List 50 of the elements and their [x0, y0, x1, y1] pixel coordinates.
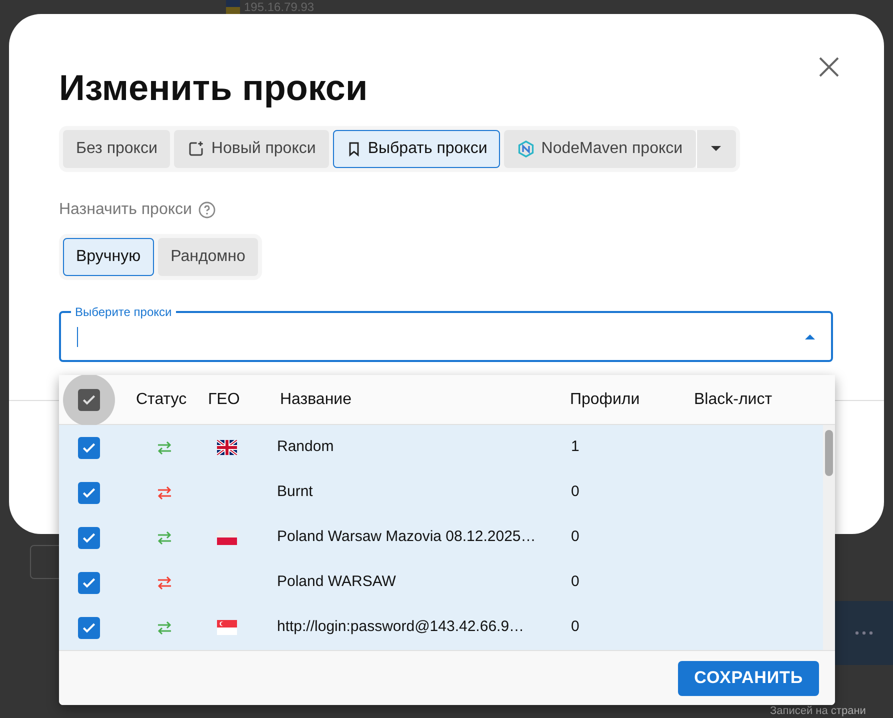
proxy-name: http://login:password@143.42.66.9… — [277, 617, 526, 638]
column-header: Название — [280, 390, 352, 410]
tab[interactable]: NodeMaven прокси — [504, 130, 696, 168]
flag-icon — [217, 530, 237, 545]
rows-per-page-text: Записей на страни — [770, 705, 866, 718]
proxy-row[interactable]: http://login:password@143.42.66.9… 0 — [59, 605, 823, 650]
more-icon — [855, 631, 873, 635]
tab[interactable]: Выбрать прокси — [332, 130, 500, 168]
checkbox[interactable] — [78, 526, 100, 548]
caret-icon — [711, 146, 722, 152]
proxy-name: Poland WARSAW — [277, 572, 397, 592]
proxy-row[interactable]: Poland Warsaw Mazovia 08.12.2025… 0 — [59, 515, 823, 560]
flag-icon — [217, 620, 237, 635]
toggle-option[interactable]: Рандомно — [158, 238, 258, 276]
checkbox-highlight[interactable] — [63, 375, 115, 426]
proxy-name: Poland Warsaw Mazovia 08.12.2025… — [277, 527, 537, 548]
column-header: Black-лист — [694, 390, 772, 410]
assign-label: Назначить прокси — [59, 200, 192, 220]
column-header: Профили — [570, 390, 641, 410]
logo-icon — [517, 140, 536, 158]
checkbox[interactable] — [78, 616, 100, 638]
tab[interactable]: Новый прокси — [174, 130, 329, 168]
tab[interactable]: Без прокси — [63, 130, 170, 168]
help-icon[interactable] — [198, 201, 216, 219]
proxy-row[interactable]: Poland WARSAW 0 — [59, 560, 823, 605]
column-header: ГЕО — [208, 390, 241, 410]
proxy-select-field[interactable]: Выберите прокси — [59, 305, 833, 362]
select-all-checkbox[interactable] — [78, 388, 100, 410]
proxy-row[interactable]: Burnt 0 — [59, 470, 823, 515]
caret-icon — [805, 334, 815, 340]
flag-icon — [217, 440, 237, 455]
toggle-option[interactable]: Вручную — [63, 238, 154, 276]
flag-icon — [226, 0, 240, 14]
checkbox[interactable] — [78, 482, 100, 504]
save-button[interactable]: СОХРАНИТЬ — [678, 660, 819, 696]
text-cursor — [77, 327, 78, 347]
proxy-row[interactable]: Random 1 — [59, 425, 823, 470]
proxy-name: Random — [277, 437, 335, 458]
proxy-name: Burnt — [277, 482, 314, 502]
checkbox[interactable] — [78, 436, 100, 458]
profile-count: 0 — [571, 527, 580, 548]
profile-count: 0 — [571, 482, 580, 502]
column-header: Статус — [136, 390, 188, 410]
dialog-title: Изменить прокси — [59, 66, 368, 110]
profile-count: 1 — [571, 437, 580, 458]
profile-count: 0 — [571, 617, 580, 638]
add-square-icon — [187, 140, 206, 158]
checkbox[interactable] — [78, 572, 100, 594]
field-label: Выберите прокси — [74, 305, 173, 319]
profile-count: 0 — [571, 572, 580, 592]
